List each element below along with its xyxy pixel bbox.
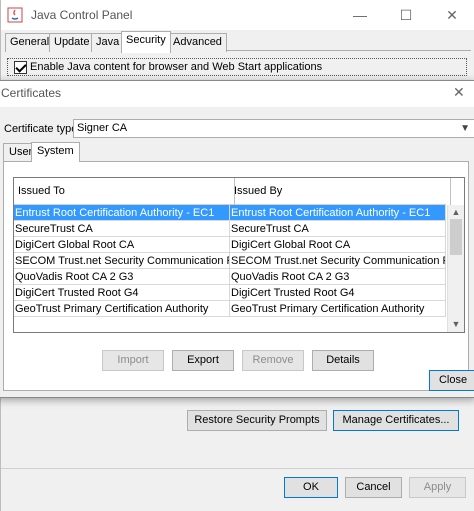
- issued-by-cell: DigiCert Global Root CA: [230, 237, 446, 253]
- issued-by-cell: DigiCert Trusted Root G4: [230, 285, 446, 301]
- chevron-down-icon: ▼: [460, 123, 470, 134]
- table-row[interactable]: SECOM Trust.net Security Communication R…: [14, 253, 446, 269]
- close-button[interactable]: Close: [429, 370, 474, 391]
- certificates-title-bar: Certificates ✕: [0, 81, 474, 107]
- certificate-type-label: Certificate type:: [4, 123, 81, 135]
- security-lower-area: Restore Security Prompts Manage Certific…: [1, 398, 474, 511]
- certificate-subtab-bar: User System: [3, 142, 469, 162]
- tab-update[interactable]: Update: [49, 33, 95, 52]
- window-title: Java Control Panel: [31, 8, 133, 22]
- system-tab-panel: Issued To Issued By Entrust Root Certifi…: [3, 161, 469, 391]
- table-row[interactable]: GeoTrust Primary Certification Authority…: [14, 301, 446, 317]
- scroll-down-arrow-icon[interactable]: ▼: [448, 317, 464, 331]
- issued-to-cell: DigiCert Global Root CA: [14, 237, 230, 253]
- issued-by-cell: QuoVadis Root CA 2 G3: [230, 269, 446, 285]
- restore-security-prompts-button[interactable]: Restore Security Prompts: [187, 410, 327, 431]
- tab-general[interactable]: General: [5, 33, 55, 52]
- title-bar: Java Control Panel — ☐ ✕: [1, 0, 474, 30]
- tab-advanced[interactable]: Advanced: [168, 33, 227, 52]
- issued-to-cell: DigiCert Trusted Root G4: [14, 285, 230, 301]
- ok-button[interactable]: OK: [284, 477, 338, 498]
- manage-certificates-button[interactable]: Manage Certificates...: [333, 410, 459, 431]
- close-window-button[interactable]: ✕: [429, 0, 474, 30]
- vertical-scrollbar[interactable]: ▲ ▼: [447, 205, 464, 332]
- java-app-icon: [7, 7, 23, 23]
- issued-to-cell: GeoTrust Primary Certification Authority: [14, 301, 230, 317]
- issued-by-cell: Entrust Root Certification Authority - E…: [230, 205, 446, 221]
- apply-button[interactable]: Apply: [409, 477, 466, 498]
- issued-to-cell: Entrust Root Certification Authority - E…: [14, 205, 230, 221]
- remove-button[interactable]: Remove: [242, 350, 304, 371]
- tab-security[interactable]: Security: [121, 31, 171, 53]
- column-header-issued-by[interactable]: Issued By: [230, 178, 451, 205]
- enable-java-row[interactable]: Enable Java content for browser and Web …: [7, 58, 467, 76]
- table-row[interactable]: SecureTrust CA SecureTrust CA: [14, 221, 446, 237]
- certificates-dialog: Certificates ✕ Certificate type: Signer …: [0, 80, 474, 398]
- certificate-type-select[interactable]: Signer CA ▼: [73, 119, 474, 138]
- tab-java[interactable]: Java: [91, 33, 125, 52]
- main-tab-bar: General Update Java Security Advanced: [5, 31, 471, 53]
- enable-java-checkbox[interactable]: [14, 61, 27, 74]
- import-button[interactable]: Import: [102, 350, 164, 371]
- scrollbar-thumb[interactable]: [450, 219, 462, 255]
- column-header-issued-to[interactable]: Issued To: [14, 178, 235, 205]
- issued-to-cell: SECOM Trust.net Security Communication R…: [14, 253, 230, 269]
- table-row[interactable]: QuoVadis Root CA 2 G3 QuoVadis Root CA 2…: [14, 269, 446, 285]
- details-button[interactable]: Details: [312, 350, 374, 371]
- table-row[interactable]: DigiCert Trusted Root G4 DigiCert Truste…: [14, 285, 446, 301]
- certificates-title: Certificates: [1, 86, 62, 100]
- table-header: Issued To Issued By: [14, 178, 451, 205]
- table-row[interactable]: DigiCert Global Root CA DigiCert Global …: [14, 237, 446, 253]
- certificate-table: Issued To Issued By Entrust Root Certifi…: [13, 177, 465, 333]
- tab-system[interactable]: System: [31, 142, 80, 162]
- close-icon[interactable]: ✕: [453, 84, 465, 101]
- issued-to-cell: QuoVadis Root CA 2 G3: [14, 269, 230, 285]
- minimize-button[interactable]: —: [337, 0, 383, 30]
- divider: [1, 468, 474, 469]
- certificate-type-value: Signer CA: [77, 122, 128, 134]
- issued-by-cell: SecureTrust CA: [230, 221, 446, 237]
- cancel-button[interactable]: Cancel: [345, 477, 402, 498]
- issued-by-cell: GeoTrust Primary Certification Authority: [230, 301, 446, 317]
- scroll-up-arrow-icon[interactable]: ▲: [448, 205, 464, 219]
- enable-java-label: Enable Java content for browser and Web …: [30, 61, 323, 73]
- maximize-button[interactable]: ☐: [383, 0, 429, 30]
- issued-by-cell: SECOM Trust.net Security Communication R…: [230, 253, 446, 269]
- export-button[interactable]: Export: [172, 350, 234, 371]
- table-row[interactable]: Entrust Root Certification Authority - E…: [14, 205, 446, 221]
- issued-to-cell: SecureTrust CA: [14, 221, 230, 237]
